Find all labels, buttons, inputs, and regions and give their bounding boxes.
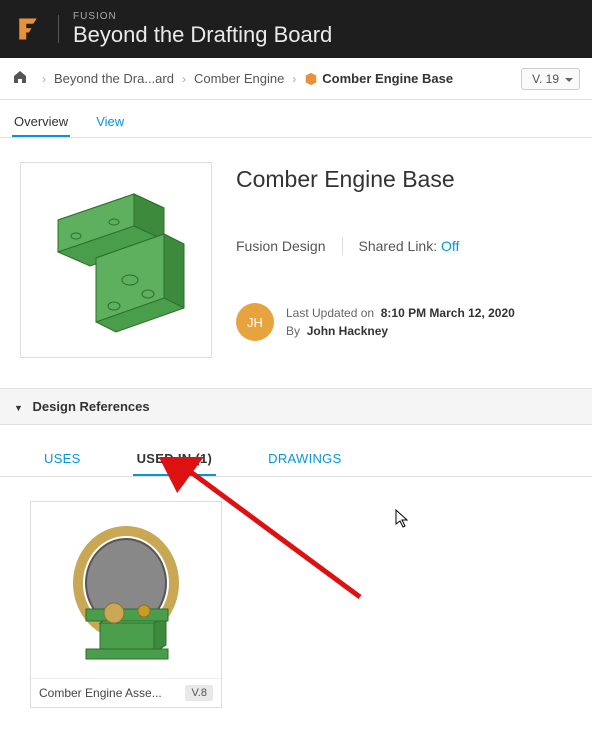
chevron-right-icon: › bbox=[182, 72, 186, 86]
fusion-logo-icon bbox=[12, 13, 44, 45]
breadcrumb: › Beyond the Dra...ard › Comber Engine ›… bbox=[0, 58, 592, 100]
reference-card[interactable]: Comber Engine Asse... V.8 bbox=[30, 501, 222, 708]
design-thumbnail[interactable] bbox=[20, 162, 212, 358]
chevron-right-icon: › bbox=[42, 72, 46, 86]
tab-uses[interactable]: USES bbox=[40, 443, 85, 476]
design-type: Fusion Design bbox=[236, 238, 326, 254]
updated-value: 8:10 PM March 12, 2020 bbox=[381, 306, 515, 320]
version-dropdown[interactable]: V. 19 bbox=[521, 68, 580, 90]
tab-used-in[interactable]: USED IN (1) bbox=[133, 443, 217, 476]
design-title: Comber Engine Base bbox=[236, 166, 572, 193]
shared-link-label: Shared Link: bbox=[359, 238, 438, 254]
home-icon[interactable] bbox=[12, 69, 28, 88]
page-tabs: Overview View bbox=[0, 100, 592, 138]
card-name: Comber Engine Asse... bbox=[39, 686, 179, 700]
updated-label: Last Updated on bbox=[286, 306, 374, 320]
app-header: FUSION Beyond the Drafting Board bbox=[0, 0, 592, 58]
tab-drawings[interactable]: DRAWINGS bbox=[264, 443, 345, 476]
meta-divider bbox=[342, 237, 343, 255]
project-title: Beyond the Drafting Board bbox=[73, 22, 332, 48]
header-divider bbox=[58, 15, 59, 43]
tab-view[interactable]: View bbox=[94, 108, 126, 137]
card-version: V.8 bbox=[185, 685, 213, 701]
reference-cards: Comber Engine Asse... V.8 bbox=[0, 477, 592, 732]
overview-content: Comber Engine Base Fusion Design Shared … bbox=[0, 138, 592, 370]
tab-overview[interactable]: Overview bbox=[12, 108, 70, 137]
by-label: By bbox=[286, 324, 300, 338]
version-label: V. 19 bbox=[532, 72, 559, 86]
chevron-right-icon: › bbox=[292, 72, 296, 86]
author-avatar[interactable]: JH bbox=[236, 303, 274, 341]
section-title: Design References bbox=[33, 399, 150, 414]
card-thumbnail bbox=[31, 502, 221, 678]
breadcrumb-current: Comber Engine Base bbox=[322, 71, 453, 86]
cursor-icon bbox=[395, 509, 411, 534]
author-name: John Hackney bbox=[307, 324, 388, 338]
breadcrumb-link[interactable]: Beyond the Dra...ard bbox=[54, 71, 174, 86]
reference-tabs: USES USED IN (1) DRAWINGS bbox=[0, 425, 592, 477]
design-references-header[interactable]: Design References bbox=[0, 388, 592, 425]
design-file-icon bbox=[304, 72, 318, 86]
shared-link-value[interactable]: Off bbox=[441, 238, 459, 254]
breadcrumb-link[interactable]: Comber Engine bbox=[194, 71, 284, 86]
app-name: FUSION bbox=[73, 11, 332, 22]
